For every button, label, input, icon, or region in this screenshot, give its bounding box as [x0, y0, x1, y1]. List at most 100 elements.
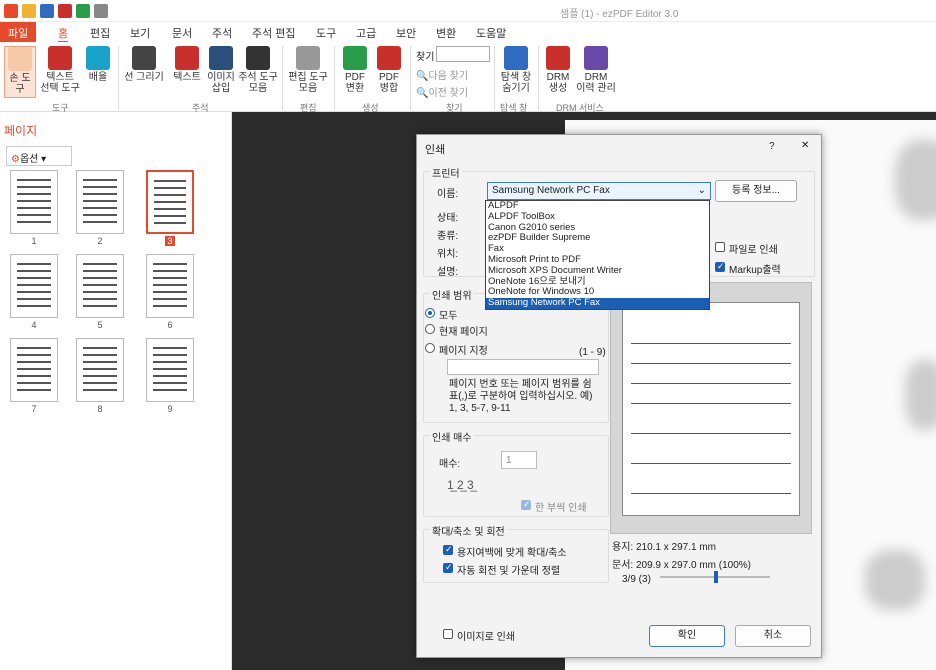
printer-option[interactable]: ezPDF Builder Supreme	[486, 233, 709, 244]
hand-icon	[8, 47, 32, 71]
page-thumbnail[interactable]	[10, 338, 58, 402]
print-as-image-checkbox[interactable]	[443, 629, 453, 639]
markup-output-checkbox[interactable]	[715, 261, 725, 272]
text-button[interactable]: 텍스트	[170, 46, 204, 83]
thumb-line	[153, 270, 187, 272]
redo-icon[interactable]	[94, 4, 108, 18]
page-thumbnail[interactable]	[76, 338, 124, 402]
nav-hide-button[interactable]: 탐색 창 숨기기	[498, 46, 534, 94]
printer-dropdown-list[interactable]: ALPDF ALPDF ToolBox Canon G2010 series ezPD…	[485, 200, 710, 310]
drm-history-button[interactable]: DRM 이력 관리	[574, 46, 618, 94]
save-icon[interactable]	[40, 4, 54, 18]
page-thumbnail[interactable]	[10, 254, 58, 318]
ok-button[interactable]: 확인	[649, 625, 725, 647]
page-thumbnail[interactable]	[146, 170, 194, 234]
thumb-line	[83, 347, 117, 349]
edit-tools-button[interactable]: 편집 도구 모음	[286, 46, 330, 94]
thumb-line	[17, 368, 51, 370]
page-thumbnail[interactable]	[146, 254, 194, 318]
page-number: 3	[165, 236, 175, 246]
print-to-file-label: 파일로 인쇄	[729, 245, 778, 256]
search-icon: 🔍	[416, 71, 429, 82]
insert-image-button[interactable]: 이미지 삽입	[204, 46, 238, 94]
tab-tools[interactable]: 도구	[316, 25, 336, 41]
range-all-radio[interactable]	[425, 308, 435, 318]
status-label: 상태:	[437, 213, 459, 224]
thumb-line	[17, 291, 51, 293]
text-select-button[interactable]: 텍스트 선택 도구	[38, 46, 82, 94]
app-logo-icon	[4, 4, 18, 18]
chevron-down-icon: ⌄	[697, 185, 706, 196]
find-prev-button[interactable]: 🔍이전 찾기	[416, 84, 468, 99]
tab-advanced[interactable]: 고급	[356, 25, 376, 41]
page-number: 9	[167, 404, 173, 414]
printer-select[interactable]: Samsung Network PC Fax ⌄	[487, 182, 711, 200]
nav-pane-icon	[504, 46, 528, 70]
thumb-line	[83, 270, 117, 272]
find-input[interactable]	[436, 46, 490, 62]
hand-tool-button[interactable]: 손 도구	[4, 46, 36, 98]
thumb-line	[153, 298, 187, 300]
help-button[interactable]: ?	[769, 141, 775, 152]
printer-option[interactable]: ALPDF ToolBox	[486, 211, 709, 223]
print-icon[interactable]	[58, 4, 72, 18]
page-number: 5	[97, 320, 103, 330]
preview-line	[631, 403, 791, 404]
page-thumbnail[interactable]	[76, 170, 124, 234]
thumb-line	[17, 354, 51, 356]
print-to-file-checkbox[interactable]	[715, 242, 725, 252]
range-help-text: 페이지 번호 또는 페이지 범위를 쉼표(,)로 구분하여 입력하십시오. 예)…	[449, 379, 593, 414]
options-dropdown[interactable]: ⚙옵션 ▾	[6, 146, 72, 166]
image-icon	[209, 46, 233, 70]
ribbon: 손 도구 텍스트 선택 도구 배율 도구 선 그리기 텍스트 이미지 삽입 주석…	[0, 42, 936, 113]
page-thumbnail[interactable]	[76, 254, 124, 318]
copies-stepper[interactable]: 1	[501, 451, 537, 469]
tab-security[interactable]: 보안	[396, 25, 416, 41]
tab-help[interactable]: 도움말	[476, 25, 506, 41]
blurred-content	[905, 360, 936, 430]
cancel-button[interactable]: 취소	[735, 625, 811, 647]
thumb-line	[83, 200, 117, 202]
annotation-tools-button[interactable]: 주석 도구 모음	[238, 46, 278, 94]
tab-home[interactable]: 홈	[58, 25, 69, 43]
drm-icon	[546, 46, 570, 70]
page-thumbnail[interactable]	[10, 170, 58, 234]
pdf-merge-button[interactable]: PDF 병합	[372, 46, 406, 94]
tab-view[interactable]: 보기	[130, 25, 150, 41]
fit-margin-checkbox[interactable]	[443, 544, 453, 555]
range-hint: (1 - 9)	[579, 347, 606, 358]
range-pages-radio[interactable]	[425, 343, 435, 353]
divider	[538, 46, 539, 110]
drm-create-button[interactable]: DRM 생성	[542, 46, 574, 94]
page-thumbnail[interactable]	[146, 338, 194, 402]
tab-document[interactable]: 문서	[172, 25, 192, 41]
properties-button[interactable]: 등록 정보...	[715, 180, 797, 202]
draw-line-button[interactable]: 선 그리기	[122, 46, 166, 83]
tab-convert[interactable]: 변환	[436, 25, 456, 41]
thumb-line	[17, 382, 51, 384]
undo-icon[interactable]	[76, 4, 90, 18]
doc-size: 문서: 209.9 x 297.0 mm (100%)	[612, 560, 752, 571]
collate-checkbox[interactable]	[521, 499, 531, 510]
printer-option[interactable]: Samsung Network PC Fax	[486, 297, 709, 309]
slider-handle[interactable]	[714, 571, 718, 583]
auto-rotate-checkbox[interactable]	[443, 562, 453, 573]
printer-option[interactable]: Microsoft XPS Document Writer	[486, 265, 709, 277]
tab-edit[interactable]: 편집	[90, 25, 110, 41]
tab-file[interactable]: 파일	[0, 22, 37, 42]
page-slider[interactable]	[660, 571, 770, 583]
tab-annotation-edit[interactable]: 주석 편집	[252, 25, 296, 41]
tab-annotation[interactable]: 주석	[212, 25, 232, 41]
divider	[334, 46, 335, 110]
thumb-line	[17, 389, 51, 391]
thumb-line	[83, 305, 117, 307]
close-icon[interactable]: ✕	[801, 140, 809, 151]
pdf-convert-button[interactable]: PDF 변환	[338, 46, 372, 94]
page-range-input[interactable]	[447, 359, 599, 375]
range-current-radio[interactable]	[425, 324, 435, 334]
open-folder-icon[interactable]	[22, 4, 36, 18]
blurred-content	[895, 140, 936, 220]
paper-size: 용지: 210.1 x 297.1 mm	[612, 542, 717, 553]
zoom-button[interactable]: 배율	[84, 46, 112, 83]
find-next-button[interactable]: 🔍다음 찾기	[416, 67, 468, 82]
